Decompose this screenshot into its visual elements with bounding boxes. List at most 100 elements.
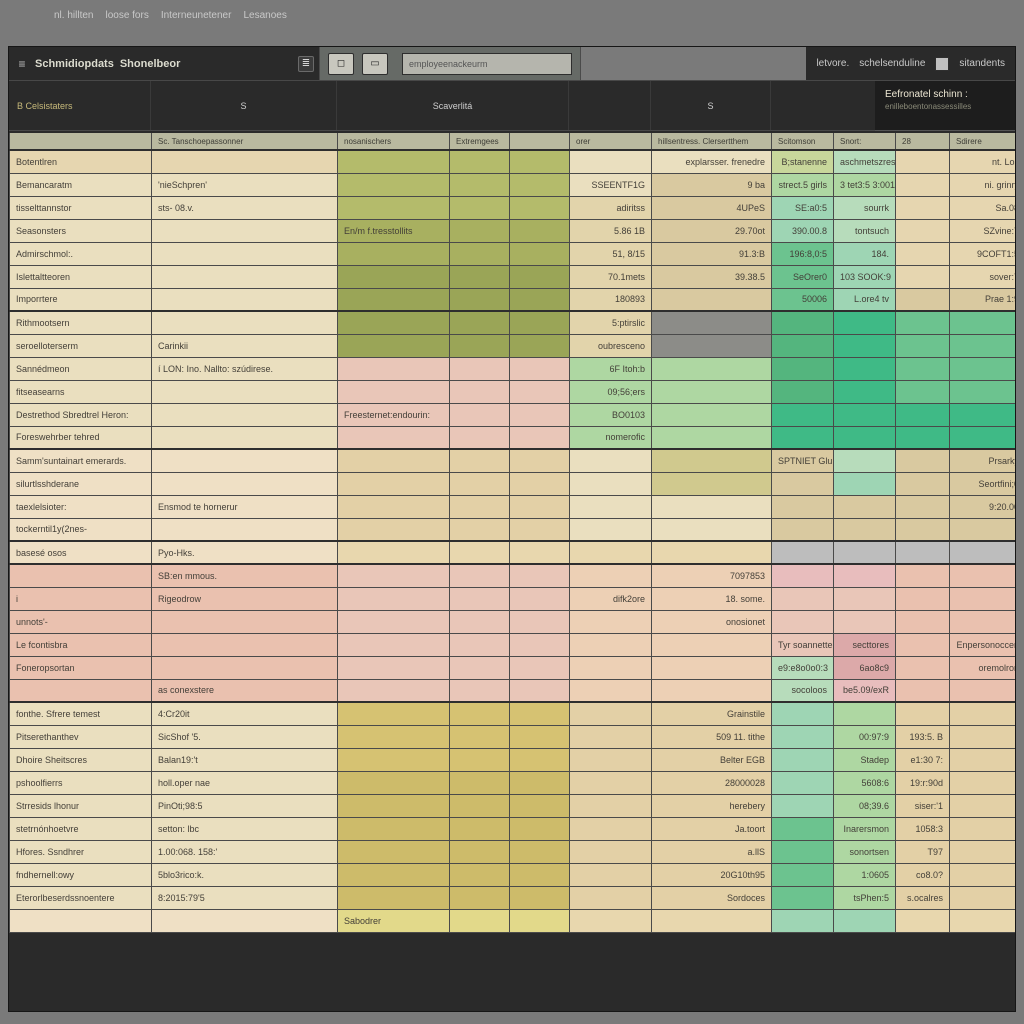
cell[interactable] bbox=[570, 495, 652, 518]
cell[interactable]: Pitserethanthev bbox=[10, 725, 152, 748]
cell[interactable]: 9:20.00 bbox=[950, 495, 1016, 518]
cell[interactable]: Eterorlbeserdssnoentere bbox=[10, 886, 152, 909]
cell[interactable]: be5.09/exR bbox=[834, 679, 896, 702]
cell[interactable]: 51, 8/15 bbox=[570, 242, 652, 265]
cell[interactable]: Ensmod te hornerur bbox=[152, 495, 338, 518]
cell[interactable] bbox=[896, 334, 950, 357]
cell[interactable] bbox=[570, 909, 652, 932]
cell[interactable] bbox=[950, 541, 1016, 564]
cell[interactable] bbox=[450, 541, 510, 564]
cell[interactable]: 193:5. B bbox=[896, 725, 950, 748]
cell[interactable]: Balan19:'t bbox=[152, 748, 338, 771]
cell[interactable] bbox=[950, 518, 1016, 541]
cell[interactable]: Grainstile bbox=[652, 702, 772, 725]
cell[interactable] bbox=[510, 334, 570, 357]
cell[interactable]: 1:0605 bbox=[834, 863, 896, 886]
cell[interactable]: SZvine:7 bbox=[950, 219, 1016, 242]
cell[interactable]: holl.oper nae bbox=[152, 771, 338, 794]
cell[interactable]: 50006 bbox=[772, 288, 834, 311]
cell[interactable] bbox=[834, 334, 896, 357]
cell[interactable] bbox=[338, 357, 450, 380]
cell[interactable] bbox=[834, 380, 896, 403]
cell[interactable] bbox=[338, 610, 450, 633]
cell[interactable] bbox=[450, 909, 510, 932]
cell[interactable] bbox=[950, 679, 1016, 702]
cell[interactable] bbox=[338, 863, 450, 886]
cell[interactable] bbox=[570, 725, 652, 748]
cell[interactable] bbox=[338, 380, 450, 403]
cell[interactable]: fitseasearns bbox=[10, 380, 152, 403]
sub-header-cell[interactable]: Snort: bbox=[834, 132, 896, 150]
cell[interactable] bbox=[772, 610, 834, 633]
cell[interactable] bbox=[950, 909, 1016, 932]
cell[interactable] bbox=[896, 357, 950, 380]
cell[interactable]: Freesternet:endourin: bbox=[338, 403, 450, 426]
cell[interactable] bbox=[338, 886, 450, 909]
cell[interactable] bbox=[570, 817, 652, 840]
cell[interactable] bbox=[896, 679, 950, 702]
cell[interactable] bbox=[896, 288, 950, 311]
list-icon[interactable]: ≣ bbox=[293, 47, 319, 80]
cell[interactable] bbox=[950, 725, 1016, 748]
cell[interactable] bbox=[338, 725, 450, 748]
cell[interactable]: sourrk bbox=[834, 196, 896, 219]
cell[interactable]: socoloos bbox=[772, 679, 834, 702]
cell[interactable] bbox=[772, 426, 834, 449]
cell[interactable] bbox=[510, 748, 570, 771]
cell[interactable]: Tyr soannettent bbox=[772, 633, 834, 656]
cell[interactable]: e9:e8o0o0:3 bbox=[772, 656, 834, 679]
cell[interactable] bbox=[950, 702, 1016, 725]
cell[interactable]: 91.3:B bbox=[652, 242, 772, 265]
cell[interactable]: Belter EGB bbox=[652, 748, 772, 771]
cell[interactable]: 70.1mets bbox=[570, 265, 652, 288]
cell[interactable] bbox=[570, 633, 652, 656]
cell[interactable]: Admirschmol:. bbox=[10, 242, 152, 265]
cell[interactable]: 5blo3rico:k. bbox=[152, 863, 338, 886]
cell[interactable] bbox=[896, 242, 950, 265]
cell[interactable] bbox=[510, 150, 570, 173]
cell[interactable]: Foneropsortan bbox=[10, 656, 152, 679]
cell[interactable] bbox=[950, 817, 1016, 840]
cell[interactable] bbox=[338, 817, 450, 840]
sub-header-cell[interactable] bbox=[510, 132, 570, 150]
cell[interactable] bbox=[652, 518, 772, 541]
cell[interactable] bbox=[570, 863, 652, 886]
cell[interactable] bbox=[652, 357, 772, 380]
cell[interactable] bbox=[896, 702, 950, 725]
cell[interactable] bbox=[896, 173, 950, 196]
cell[interactable]: Destrethod Sbredtrel Heron: bbox=[10, 403, 152, 426]
cell[interactable]: unnots'- bbox=[10, 610, 152, 633]
cell[interactable] bbox=[450, 311, 510, 334]
cell[interactable] bbox=[450, 518, 510, 541]
cell[interactable]: 29.70ot bbox=[652, 219, 772, 242]
cell[interactable]: setton: lbc bbox=[152, 817, 338, 840]
cell[interactable] bbox=[772, 725, 834, 748]
cell[interactable] bbox=[834, 610, 896, 633]
cell[interactable]: SicShof '5. bbox=[152, 725, 338, 748]
cell[interactable]: strect.5 girls bbox=[772, 173, 834, 196]
cell[interactable] bbox=[338, 495, 450, 518]
cell[interactable] bbox=[570, 564, 652, 587]
cell[interactable] bbox=[510, 886, 570, 909]
cell[interactable] bbox=[652, 656, 772, 679]
cell[interactable] bbox=[896, 633, 950, 656]
cell[interactable] bbox=[772, 357, 834, 380]
cell[interactable]: 39.38.5 bbox=[652, 265, 772, 288]
cell[interactable] bbox=[510, 495, 570, 518]
cell[interactable]: SB:en mmous. bbox=[152, 564, 338, 587]
cell[interactable] bbox=[338, 265, 450, 288]
cell[interactable]: Seortfini;0 bbox=[950, 472, 1016, 495]
cell[interactable] bbox=[510, 564, 570, 587]
cell[interactable]: 8:2015:79'5 bbox=[152, 886, 338, 909]
cell[interactable] bbox=[510, 656, 570, 679]
cell[interactable] bbox=[450, 265, 510, 288]
spreadsheet-grid[interactable]: Sc. TanschoepassonnernosanischersExtremg… bbox=[9, 131, 1015, 1011]
cell[interactable]: fonthe. Sfrere temest bbox=[10, 702, 152, 725]
cell[interactable]: stetrnónhoetvre bbox=[10, 817, 152, 840]
cell[interactable] bbox=[772, 564, 834, 587]
sub-header-cell[interactable]: orer bbox=[570, 132, 652, 150]
cell[interactable] bbox=[450, 564, 510, 587]
cell[interactable] bbox=[510, 426, 570, 449]
cell[interactable] bbox=[570, 541, 652, 564]
cell[interactable] bbox=[652, 495, 772, 518]
